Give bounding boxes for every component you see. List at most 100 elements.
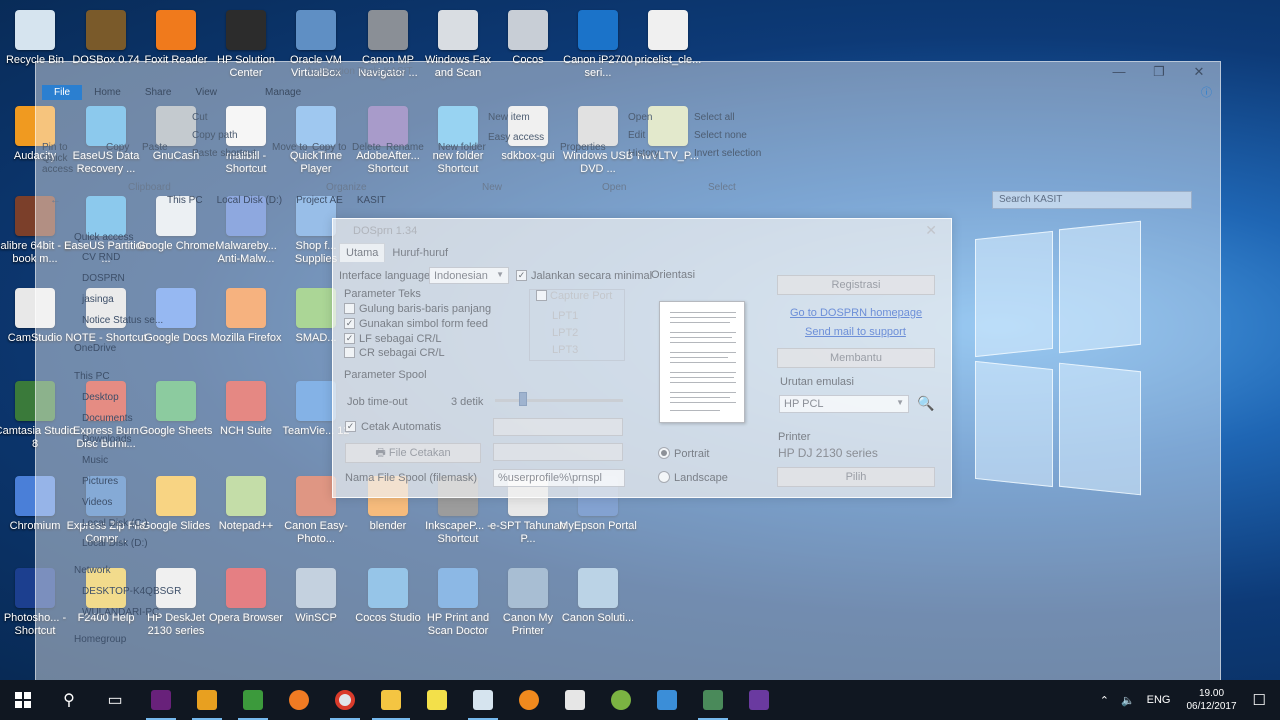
back-arrow-icon[interactable]: ← [50,194,61,206]
ribbon-select-all[interactable]: Select all [694,112,735,123]
taskbar-app-white[interactable] [552,680,598,720]
taskbar-sticky-notes[interactable] [414,680,460,720]
landscape-radio[interactable] [658,471,670,483]
form-feed-checkbox[interactable]: ✓ [344,318,355,329]
nav-pictures[interactable]: Pictures [82,476,118,487]
taskbar-app-tool[interactable] [690,680,736,720]
ribbon-properties[interactable]: Properties [560,142,606,153]
ribbon-new-folder[interactable]: New folder [438,142,486,153]
tab-manage[interactable]: Manage [253,85,313,100]
auto-print-checkbox[interactable]: ✓ [345,421,356,432]
tab-huruf-huruf[interactable]: Huruf-huruf [385,243,455,262]
tab-share[interactable]: Share [133,85,184,100]
close-button[interactable]: ✕ [1184,64,1214,80]
tab-home[interactable]: Home [82,85,133,100]
help-button[interactable]: Membantu [777,348,935,368]
wrap-long-lines-checkbox[interactable] [344,303,355,314]
taskbar-app-green[interactable] [230,680,276,720]
ribbon-open[interactable]: Open [628,112,652,123]
ribbon-cut[interactable]: Cut [192,112,208,123]
dialog-close-icon[interactable]: ✕ [925,222,937,239]
cr-crlf-checkbox[interactable] [344,347,355,358]
taskbar-blender[interactable] [506,680,552,720]
breadcrumb-local-disk-d[interactable]: Local Disk (D:) [217,195,283,206]
maximize-button[interactable]: ❐ [1144,64,1174,80]
search-input[interactable]: Search KASIT [992,191,1192,209]
homepage-link[interactable]: Go to DOSPRN homepage [790,307,922,319]
support-link[interactable]: Send mail to support [805,326,906,338]
ribbon-history[interactable]: History [628,148,659,159]
ribbon-paste-shortcut[interactable]: Paste shortcut [192,148,256,159]
ribbon-rename[interactable]: Rename [386,142,424,153]
breadcrumb-kasit[interactable]: KASIT [357,195,386,206]
portrait-radio[interactable] [658,447,670,459]
nav-music[interactable]: Music [82,455,108,466]
language-indicator[interactable]: ENG [1147,694,1171,706]
ribbon-new-item[interactable]: New item [488,112,530,123]
job-timeout-slider-track[interactable] [495,399,623,402]
minimize-button[interactable]: — [1104,64,1134,79]
nav-documents[interactable]: Documents [82,413,133,424]
nav-desktop[interactable]: Desktop [82,392,119,403]
nav-wulandari-pc[interactable]: WULANDARI-PC [82,607,159,618]
capture-port-checkbox[interactable] [536,290,547,301]
ribbon-edit[interactable]: Edit [628,130,645,141]
ribbon-copy-to[interactable]: Copy to [312,142,346,153]
ribbon-copy[interactable]: Copy [106,142,129,153]
nav-local-disk-d[interactable]: Local Disk (D:) [82,538,148,549]
taskbar-search-icon[interactable]: ⚲ [46,680,92,720]
search-icon[interactable]: 🔍 [917,395,934,412]
lf-crlf-checkbox[interactable]: ✓ [344,333,355,344]
taskbar-file-explorer[interactable] [368,680,414,720]
port-lpt2[interactable]: LPT2 [552,327,578,339]
taskbar-visual-studio[interactable] [138,680,184,720]
ribbon-move-to[interactable]: Move to [272,142,308,153]
address-bar[interactable]: ← This PC Local Disk (D:) Project AE KAS… [36,190,1222,210]
ribbon-delete[interactable]: Delete [352,142,381,153]
choose-printer-button[interactable]: Pilih [777,467,935,487]
speaker-icon[interactable]: 🔈 [1121,694,1135,707]
taskbar-app-window[interactable] [460,680,506,720]
clock[interactable]: 19.00 06/12/2017 [1186,687,1236,713]
taskbar-app-orange[interactable] [184,680,230,720]
port-lpt3[interactable]: LPT3 [552,344,578,356]
nav-homegroup[interactable]: Homegroup [74,634,126,645]
register-button[interactable]: Registrasi [777,275,935,295]
task-view-icon[interactable]: ▭ [92,680,138,720]
ribbon-easy-access[interactable]: Easy access [488,132,544,143]
nav-notice-status[interactable]: Notice Status se... [82,315,163,326]
ribbon-paste[interactable]: Paste [142,142,168,153]
print-file-button[interactable]: 🖶 File Cetakan [345,443,481,463]
ribbon-copy-path[interactable]: Copy path [192,130,238,141]
taskbar-app-mail[interactable] [644,680,690,720]
interface-language-select[interactable]: Indonesian ▼ [429,267,509,284]
pin-quick-access[interactable]: Pin to Quick access [42,142,92,175]
ribbon-select-none[interactable]: Select none [694,130,747,141]
chevron-up-icon[interactable]: ⌃ [1100,694,1109,707]
nav-desktop-k4qbsgr[interactable]: DESKTOP-K4QBSGR [82,586,181,597]
notifications-icon[interactable]: ☐ [1253,691,1266,709]
port-lpt1[interactable]: LPT1 [552,310,578,322]
ribbon-invert-selection[interactable]: Invert selection [694,148,761,159]
start-button[interactable] [0,680,46,720]
taskbar-firefox[interactable] [276,680,322,720]
nav-dosprn[interactable]: DOSPRN [82,273,125,284]
taskbar-app-media[interactable] [736,680,782,720]
taskbar-app-android[interactable] [598,680,644,720]
nav-downloads[interactable]: Downloads [82,434,131,445]
nav-jasinga[interactable]: jasinga [82,294,114,305]
nav-onedrive[interactable]: OneDrive [74,343,116,354]
nav-videos[interactable]: Videos [82,497,112,508]
tab-file[interactable]: File [42,84,83,100]
emulation-select[interactable]: HP PCL ▼ [779,395,909,413]
nav-quick-access[interactable]: Quick access [74,232,133,243]
run-minimized-checkbox[interactable]: ✓ [516,270,527,281]
tab-utama[interactable]: Utama [339,243,386,262]
disabled-button-1[interactable] [493,418,623,436]
spool-filename-input[interactable]: %userprofile%\prnspl [493,469,625,487]
nav-network[interactable]: Network [74,565,111,576]
nav-cv-rnd[interactable]: CV RND [82,252,120,263]
tab-view[interactable]: View [184,85,230,100]
nav-this-pc[interactable]: This PC [74,371,110,382]
breadcrumb-this-pc[interactable]: This PC [167,195,203,206]
